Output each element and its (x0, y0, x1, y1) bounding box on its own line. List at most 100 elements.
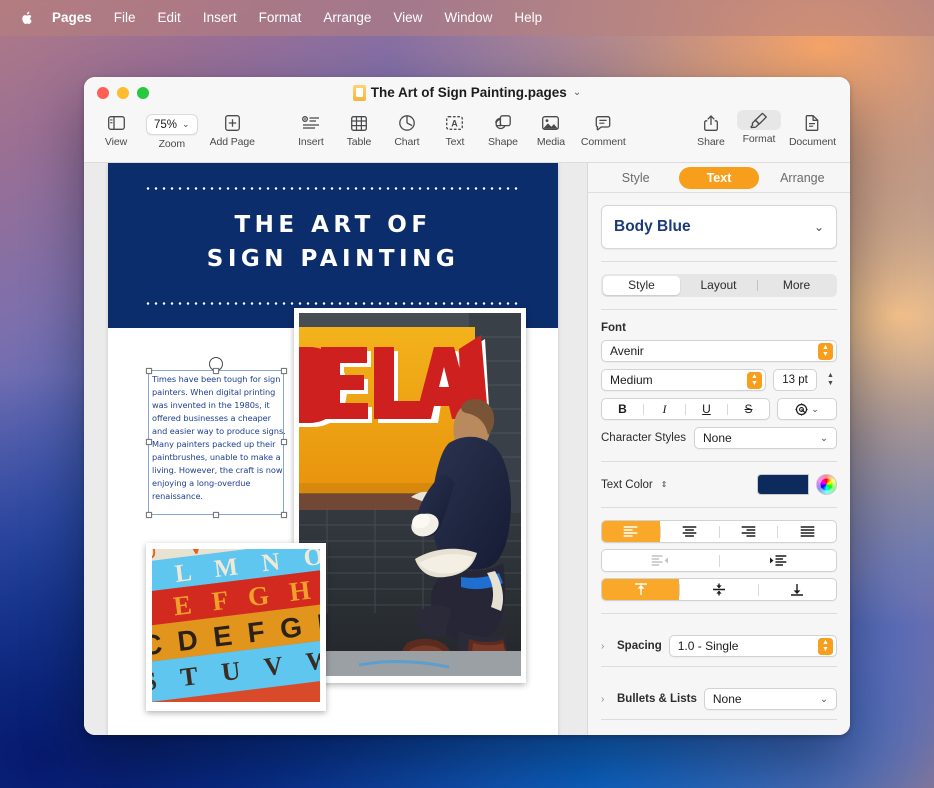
menu-item-edit[interactable]: Edit (147, 0, 192, 36)
menu-item-pages[interactable]: Pages (43, 0, 103, 36)
toolbar-chart-button[interactable]: Chart (383, 110, 431, 148)
zoom-button[interactable] (137, 87, 149, 99)
resize-handle-middle-right[interactable] (281, 439, 287, 445)
align-right-button[interactable] (720, 521, 778, 542)
align-justify-button[interactable] (778, 521, 836, 542)
divider-5 (601, 613, 837, 614)
toolbar-insert-button[interactable]: Insert (287, 110, 335, 148)
stepper-up-down-icon[interactable]: ▲▼ (818, 343, 833, 360)
subtab-layout[interactable]: Layout (680, 276, 757, 295)
window-content: THE ART OF SIGN PAINTING (84, 163, 850, 735)
stepper-up-down-icon[interactable]: ▲▼ (747, 372, 762, 389)
document-hero-banner[interactable]: THE ART OF SIGN PAINTING (108, 163, 558, 328)
hero-title-line-1: THE ART OF (108, 208, 558, 242)
text-color-stepper-icon[interactable]: ⇕ (661, 480, 668, 489)
stepper-up-down-icon[interactable]: ▲▼ (818, 638, 833, 655)
toolbar-view-button[interactable]: View (92, 110, 140, 148)
resize-handle-bottom-left[interactable] (146, 512, 152, 518)
font-size-stepper[interactable]: ▲▼ (824, 370, 837, 390)
menu-item-format[interactable]: Format (248, 0, 313, 36)
toolbar-format-button[interactable]: Format (735, 110, 783, 145)
chart-icon (399, 113, 415, 133)
align-left-button[interactable] (602, 521, 660, 542)
document-hero-title[interactable]: THE ART OF SIGN PAINTING (108, 208, 558, 276)
bullets-lists-label: Bullets & Lists (617, 693, 697, 705)
toolbar-add-page-button[interactable]: Add Page (204, 110, 261, 148)
menu-item-arrange[interactable]: Arrange (312, 0, 382, 36)
disclosure-triangle-icon[interactable]: › (601, 641, 610, 652)
bullets-lists-row[interactable]: › Bullets & Lists None ⌄ (601, 679, 837, 719)
bullets-lists-select[interactable]: None ⌄ (704, 688, 837, 710)
menu-item-file[interactable]: File (103, 0, 147, 36)
disclosure-triangle-icon[interactable]: › (601, 694, 610, 705)
tab-text[interactable]: Text (679, 167, 758, 189)
toolbar-zoom-label: Zoom (159, 138, 185, 150)
outdent-button[interactable] (602, 550, 719, 571)
toolbar-shape-button[interactable]: Shape (479, 110, 527, 148)
toolbar-media-button[interactable]: Media (527, 110, 575, 148)
align-bottom-button[interactable] (759, 579, 836, 600)
menu-item-insert[interactable]: Insert (192, 0, 248, 36)
resize-handle-top-right[interactable] (281, 368, 287, 374)
toolbar-zoom-control[interactable]: 75% ⌄ Zoom (140, 110, 204, 150)
font-family-value: Avenir (610, 344, 644, 358)
comment-icon (595, 113, 611, 133)
document-canvas[interactable]: THE ART OF SIGN PAINTING (84, 163, 587, 735)
tab-arrange[interactable]: Arrange (763, 167, 842, 189)
photo-painter-artwork (299, 313, 521, 676)
italic-button[interactable]: I (644, 402, 685, 417)
spacing-select[interactable]: 1.0 - Single ▲▼ (669, 635, 837, 657)
toolbar-text-button[interactable]: A Text (431, 110, 479, 148)
selected-text-box[interactable]: Times have been tough for sign painters.… (148, 370, 284, 515)
align-top-button[interactable] (602, 579, 679, 600)
photo-painter[interactable] (294, 308, 526, 683)
title-chevron-down-icon[interactable]: ⌄ (573, 87, 581, 98)
menu-item-help[interactable]: Help (503, 0, 553, 36)
align-middle-button[interactable] (680, 579, 757, 600)
divider-2 (601, 309, 837, 310)
inspector-subtabs: Style Layout More (601, 274, 837, 297)
font-options-button[interactable]: ⌄ (777, 398, 837, 420)
toolbar-view-label: View (105, 136, 127, 148)
zoom-popup-button[interactable]: 75% ⌄ (146, 114, 198, 135)
svg-text:A: A (452, 118, 459, 128)
tab-style[interactable]: Style (596, 167, 675, 189)
resize-handle-bottom-right[interactable] (281, 512, 287, 518)
document-page[interactable]: THE ART OF SIGN PAINTING (108, 163, 558, 735)
resize-handle-bottom-center[interactable] (213, 512, 219, 518)
close-button[interactable] (97, 87, 109, 99)
font-family-select[interactable]: Avenir ▲▼ (601, 340, 837, 362)
text-color-swatch[interactable] (757, 474, 809, 495)
font-family-row: Avenir ▲▼ (601, 340, 837, 362)
indent-button[interactable] (720, 550, 837, 571)
resize-handle-top-left[interactable] (146, 368, 152, 374)
resize-handle-middle-left[interactable] (146, 439, 152, 445)
menu-item-window[interactable]: Window (433, 0, 503, 36)
bold-button[interactable]: B (602, 402, 643, 416)
spacing-value: 1.0 - Single (678, 639, 739, 653)
text-color-label: Text Color (601, 479, 653, 491)
document-body-text[interactable]: Times have been tough for sign painters.… (152, 373, 288, 503)
font-size-input[interactable]: 13 pt (773, 369, 817, 391)
align-center-button[interactable] (661, 521, 719, 542)
character-styles-select[interactable]: None ⌄ (694, 427, 837, 449)
toolbar-document-button[interactable]: Document (783, 110, 842, 148)
underline-button[interactable]: U (686, 402, 727, 416)
photo-alphabet[interactable]: U V W X Y K L M N O P D E F G H I C D E … (146, 543, 326, 711)
font-weight-select[interactable]: Medium ▲▼ (601, 369, 766, 391)
text-box-icon: A (446, 113, 463, 133)
apple-logo-icon[interactable] (18, 9, 33, 27)
strikethrough-button[interactable]: S (728, 402, 769, 416)
color-wheel-icon[interactable] (816, 474, 837, 495)
menu-item-view[interactable]: View (382, 0, 433, 36)
toolbar-text-label: Text (445, 136, 464, 148)
toolbar-share-button[interactable]: Share (687, 110, 735, 148)
toolbar-comment-button[interactable]: Comment (575, 110, 632, 148)
subtab-more[interactable]: More (758, 276, 835, 295)
toolbar-table-button[interactable]: Table (335, 110, 383, 148)
paragraph-style-popup[interactable]: Body Blue ⌄ (601, 205, 837, 249)
subtab-style[interactable]: Style (603, 276, 680, 295)
spacing-row[interactable]: › Spacing 1.0 - Single ▲▼ (601, 626, 837, 666)
minimize-button[interactable] (117, 87, 129, 99)
resize-handle-top-center[interactable] (213, 368, 219, 374)
